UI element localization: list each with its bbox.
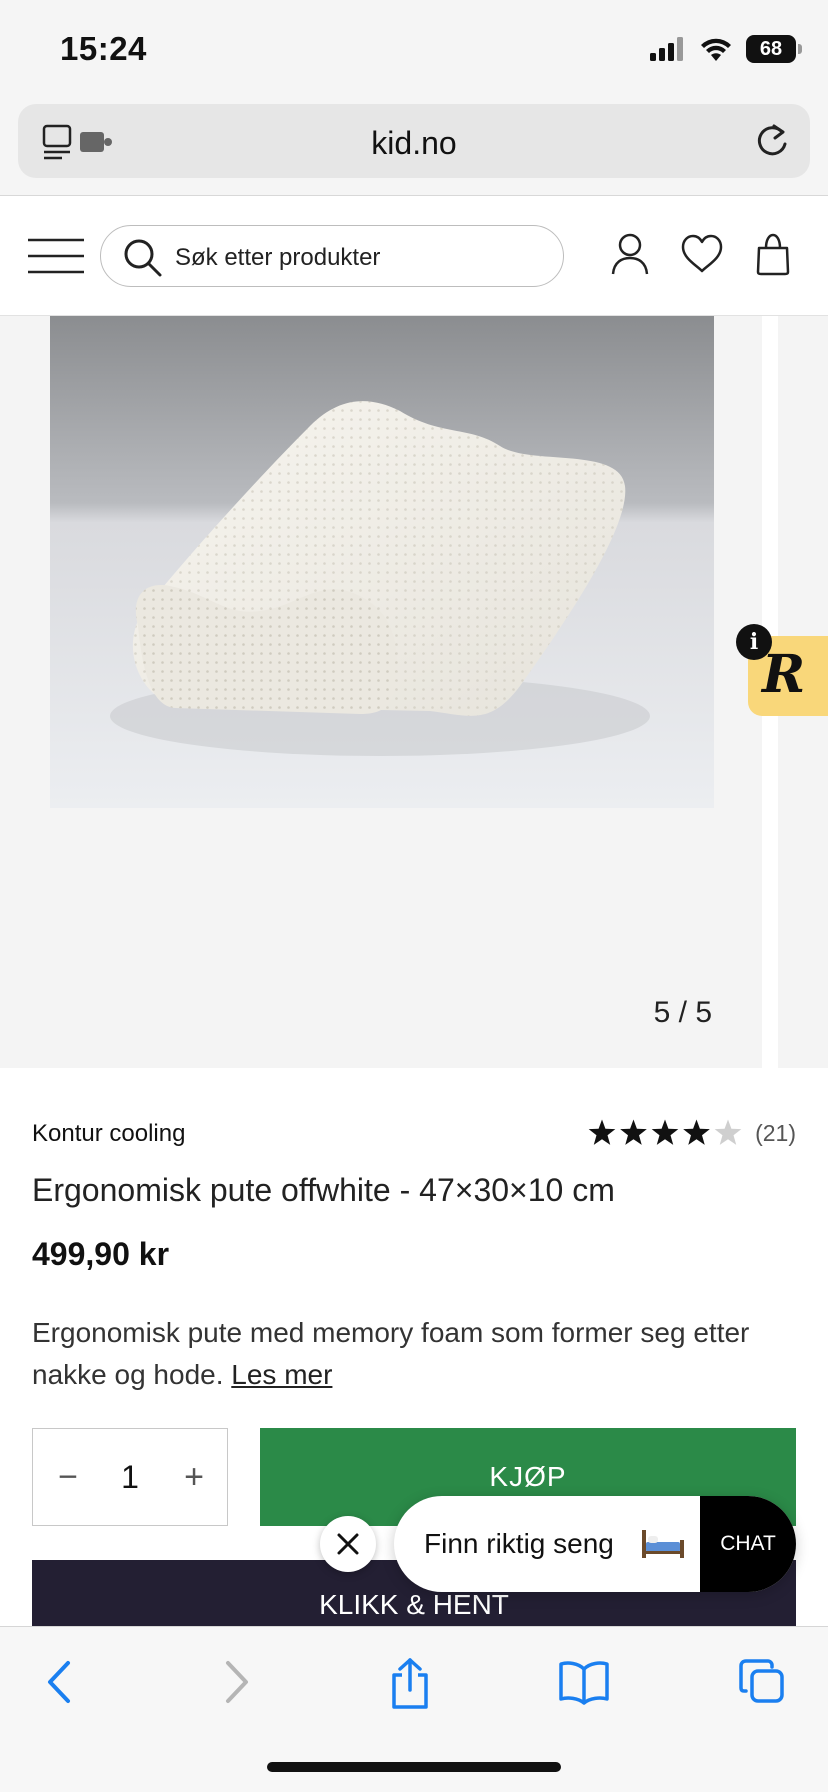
product-gallery[interactable]: 5 / 5 (0, 316, 762, 1068)
bookmarks-icon[interactable] (558, 1657, 610, 1707)
back-icon[interactable] (40, 1657, 80, 1707)
reload-icon[interactable] (754, 122, 790, 160)
status-bar: 15:24 68 (0, 0, 828, 96)
product-description: Ergonomisk pute med memory foam som form… (32, 1312, 802, 1396)
status-icons: 68 (650, 34, 802, 64)
close-icon (337, 1533, 359, 1555)
tabs-overview-icon[interactable] (738, 1657, 786, 1707)
browser-address-area: kid.no (0, 96, 828, 196)
hamburger-menu-icon[interactable] (28, 238, 84, 274)
product-price: 499,90 kr (32, 1236, 170, 1272)
shopping-bag-icon[interactable] (755, 232, 791, 276)
star-filled-icon (651, 1119, 679, 1145)
pillow-image (50, 316, 714, 808)
url-text: kid.no (371, 125, 457, 161)
bed-icon (642, 1530, 684, 1558)
star-filled-icon (620, 1119, 647, 1145)
chat-prompt: Finn riktig seng (424, 1528, 614, 1559)
chat-close-button[interactable] (320, 1516, 376, 1572)
site-header: Søk etter produkter (0, 196, 828, 316)
url-bar[interactable]: kid.no (18, 104, 810, 178)
star-filled-icon (588, 1119, 616, 1145)
quantity-value[interactable]: 1 (103, 1459, 157, 1496)
info-icon[interactable]: i (736, 624, 772, 660)
rating-stars-icon (588, 1119, 742, 1145)
home-indicator (267, 1762, 561, 1772)
forward-icon[interactable] (216, 1657, 256, 1707)
chat-button[interactable]: CHAT (700, 1496, 796, 1592)
search-placeholder: Søk etter produkter (175, 244, 381, 271)
product-image[interactable] (50, 316, 714, 808)
quantity-increase-button[interactable]: + (179, 1459, 209, 1495)
status-time: 15:24 (60, 30, 147, 67)
reviews-logo-icon: R (762, 644, 806, 705)
share-icon[interactable] (388, 1657, 432, 1711)
description-text: Ergonomisk pute med memory foam som form… (32, 1317, 750, 1390)
battery-icon: 68 (746, 35, 802, 63)
star-empty-icon (714, 1119, 742, 1145)
account-icon[interactable] (610, 232, 650, 276)
product-rating[interactable]: (21) (587, 1118, 796, 1148)
read-more-link[interactable]: Les mer (231, 1359, 332, 1390)
wishlist-heart-icon[interactable] (680, 234, 724, 274)
quantity-decrease-button[interactable]: − (53, 1459, 83, 1495)
product-title: Ergonomisk pute offwhite - 47×30×10 cm (32, 1172, 615, 1208)
search-icon (124, 239, 162, 277)
image-counter: 5 / 5 (653, 996, 712, 1029)
chat-widget[interactable]: Finn riktig seng CHAT (394, 1496, 796, 1592)
search-input[interactable]: Søk etter produkter (100, 225, 564, 287)
cellular-signal-icon (650, 37, 683, 61)
review-count: (21) (755, 1119, 796, 1146)
star-filled-icon (683, 1119, 710, 1145)
wifi-icon (701, 38, 731, 61)
quantity-stepper: − 1 + (32, 1428, 228, 1526)
product-brand[interactable]: Kontur cooling (32, 1120, 185, 1148)
